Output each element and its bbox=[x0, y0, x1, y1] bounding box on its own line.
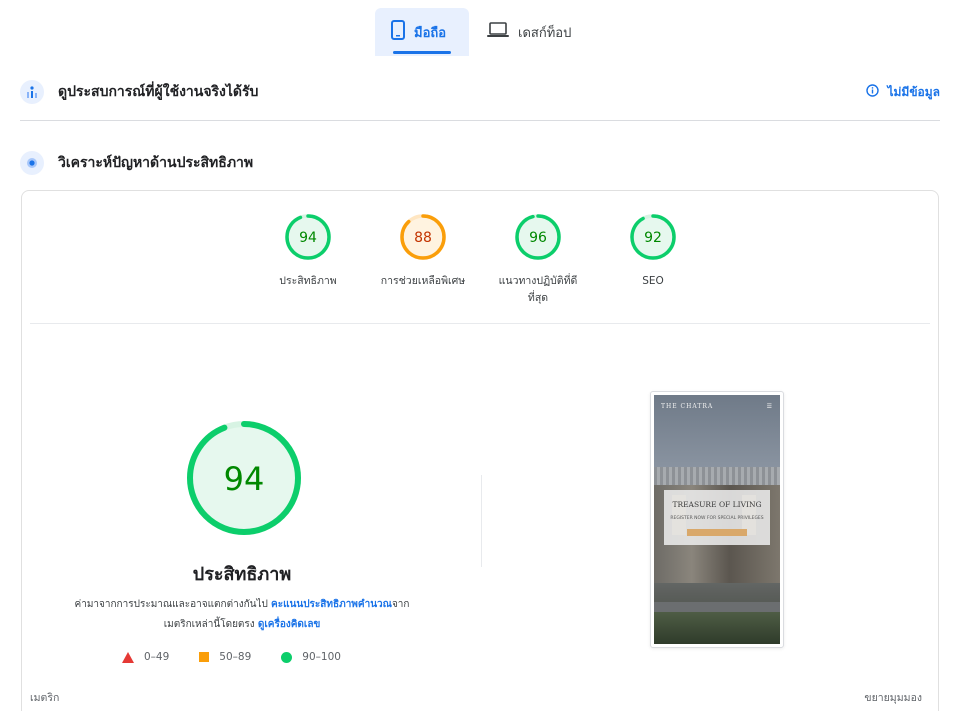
gauge-seo-score: 92 bbox=[644, 230, 662, 246]
menu-icon: ☰ bbox=[766, 403, 772, 410]
desc-text-2: จาก bbox=[391, 599, 410, 610]
gauge-accessibility-ring: 88 bbox=[400, 214, 446, 260]
legend-pass: 90–100 bbox=[281, 651, 341, 663]
lighthouse-icon bbox=[20, 151, 44, 175]
people-chart-icon bbox=[20, 80, 44, 104]
metrics-label: เมตริก bbox=[30, 692, 60, 704]
expand-view-toggle[interactable]: ขยายมุมมอง bbox=[864, 689, 922, 706]
gauge-best-practices-ring: 96 bbox=[515, 214, 561, 260]
card-divider bbox=[30, 323, 930, 324]
gauge-best-practices-score: 96 bbox=[529, 230, 547, 246]
field-data-title: ดูประสบการณ์ที่ผู้ใช้งานจริงได้รับ bbox=[58, 84, 259, 100]
section-divider bbox=[20, 120, 940, 121]
house-roof bbox=[654, 467, 780, 485]
legend-pass-range: 90–100 bbox=[302, 651, 341, 663]
gauge-performance-ring: 94 bbox=[285, 214, 331, 260]
performance-big-gauge: 94 bbox=[185, 419, 303, 541]
legend-fail-range: 0–49 bbox=[144, 651, 170, 663]
triangle-icon bbox=[122, 651, 134, 663]
diagnose-section: วิเคราะห์ปัญหาด้านประสิทธิภาพ bbox=[20, 149, 940, 177]
tab-mobile[interactable]: มือถือ bbox=[375, 8, 469, 56]
gauge-seo-label: SEO bbox=[642, 275, 664, 287]
house-lawn bbox=[654, 612, 780, 644]
screenshot-headline: TREASURE OF LIVING bbox=[672, 500, 762, 509]
performance-big-score: 94 bbox=[224, 460, 265, 498]
device-tabs: มือถือ เดสก์ท็อป bbox=[375, 8, 587, 56]
vertical-divider bbox=[481, 475, 482, 567]
gauge-accessibility[interactable]: 88 การช่วยเหลือพิเศษ bbox=[368, 213, 478, 290]
no-data-link[interactable]: ไม่มีข้อมูล bbox=[866, 83, 940, 102]
gauge-seo-ring: 92 bbox=[630, 214, 676, 260]
performance-description: ค่ามาจากการประมาณและอาจแตกต่างกันไป คะแน… bbox=[62, 595, 422, 635]
screenshot-subline: REGISTER NOW FOR SPECIAL PRIVILEGES bbox=[670, 516, 764, 521]
gauge-accessibility-score: 88 bbox=[414, 230, 432, 246]
tab-mobile-label: มือถือ bbox=[414, 25, 447, 41]
legend-average-range: 50–89 bbox=[219, 651, 252, 663]
laptop-icon bbox=[487, 22, 509, 42]
legend-average: 50–89 bbox=[199, 651, 251, 663]
circle-icon bbox=[281, 651, 293, 663]
calculated-directly-link[interactable]: คะแนนประสิทธิภาพคำนวณ bbox=[271, 599, 392, 610]
gauge-best-practices-label: แนวทางปฏิบัติที่ดี ที่สุด bbox=[483, 273, 593, 307]
screenshot-image: THE CHATRA ☰ TREASURE OF LIVING REGISTER… bbox=[654, 395, 780, 644]
tab-desktop-label: เดสก์ท็อป bbox=[518, 25, 572, 41]
report-card: 94 ประสิทธิภาพ 88 การช่วยเหลือพิเศษ 96 แ… bbox=[21, 190, 939, 711]
gauge-performance-label: ประสิทธิภาพ bbox=[279, 275, 337, 287]
gauge-best-practices-label-line2: ที่สุด bbox=[527, 292, 549, 304]
no-data-label: ไม่มีข้อมูล bbox=[887, 84, 940, 99]
gauge-seo[interactable]: 92 SEO bbox=[598, 213, 708, 290]
gauge-accessibility-label: การช่วยเหลือพิเศษ bbox=[380, 275, 466, 287]
smartphone-icon bbox=[391, 20, 405, 44]
gauge-performance-score: 94 bbox=[299, 230, 317, 246]
gauge-performance[interactable]: 94 ประสิทธิภาพ bbox=[253, 213, 363, 290]
field-data-section: ดูประสบการณ์ที่ผู้ใช้งานจริงได้รับ ไม่มี… bbox=[20, 78, 940, 106]
info-icon bbox=[866, 84, 880, 100]
desc-text-3: เมตริกเหล่านี้โดยตรง bbox=[163, 619, 258, 630]
legend-fail: 0–49 bbox=[122, 651, 169, 663]
tab-desktop[interactable]: เดสก์ท็อป bbox=[471, 8, 587, 56]
performance-title: ประสิทธิภาพ bbox=[192, 564, 292, 585]
screenshot-cta-button bbox=[687, 529, 747, 536]
diagnose-title: วิเคราะห์ปัญหาด้านประสิทธิภาพ bbox=[58, 155, 254, 171]
gauge-best-practices-label-line1: แนวทางปฏิบัติที่ดี bbox=[498, 275, 578, 287]
square-icon bbox=[199, 652, 210, 662]
house-road bbox=[654, 602, 780, 612]
see-calculator-link[interactable]: ดูเครื่องคิดเลข bbox=[258, 619, 320, 630]
screenshot-brand: THE CHATRA bbox=[661, 403, 714, 410]
gauge-best-practices[interactable]: 96 แนวทางปฏิบัติที่ดี ที่สุด bbox=[483, 213, 593, 307]
score-legend: 0–49 50–89 90–100 bbox=[122, 651, 371, 663]
final-screenshot[interactable]: THE CHATRA ☰ TREASURE OF LIVING REGISTER… bbox=[650, 391, 784, 648]
desc-text-1: ค่ามาจากการประมาณและอาจแตกต่างกันไป bbox=[74, 599, 272, 610]
screenshot-hero-box: TREASURE OF LIVING REGISTER NOW FOR SPEC… bbox=[664, 490, 770, 545]
